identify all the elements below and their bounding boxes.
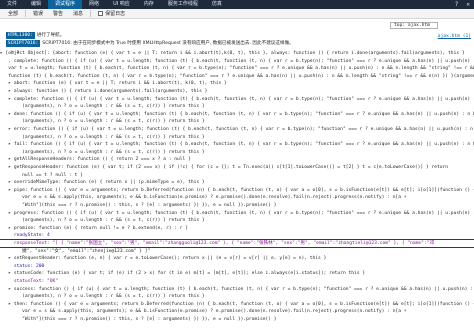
object-tree-line[interactable]: ▸ overrideMimeType: function (e) { retur… [0,179,474,186]
object-tree-line[interactable]: ▸ done: function () { if (u) { var t = u… [0,111,474,118]
object-tree-line[interactable]: ▸ progress: function () { if (u) { var t… [0,210,474,217]
close-button[interactable]: ✕ [462,0,474,9]
devtools-tab-bar: 文件 编辑 调试程序 网络 UI 响应 内存 服务工作线程 仿真 ? ✕ [0,0,474,9]
object-tree-line[interactable]: ▸ getResponseHeader: function (e) { var … [0,164,474,171]
toolbar-divider [90,10,92,17]
filter-errors[interactable]: 错误 [28,10,48,17]
object-tree-line: "With"](this === r ? n.promise() : this,… [0,203,277,208]
object-tree-line[interactable]: ▸ success: function () { if (u) { var t … [0,286,474,293]
object-tree-line[interactable]: ▸ abort: function (e) { var t = e || T; … [0,80,474,87]
preserve-log-toggle[interactable]: 保留日志 [93,10,130,17]
object-tree-line[interactable]: ▸ fail: function () { if (u) { var t = u… [0,141,474,148]
object-tree-line: status: 200 [0,263,45,269]
toolbar-divider [25,10,27,17]
object-tree-line[interactable]: ▸ complete: function () { if (u) { var t… [0,96,474,103]
object-tree-line[interactable]: ▸ error: function () { if (u) { var t = … [0,126,474,133]
object-tree-line: var t = u.length; function (t) { b.each(… [8,66,474,72]
object-tree-line[interactable]: ▸ getAllResponseHeaders: function () { r… [0,156,474,163]
object-tree-line: readyState: 4 [0,233,50,239]
object-tree-line: , complete: function () { if (u) { var t… [8,58,474,64]
filter-all[interactable]: 全部 [3,10,23,17]
object-tree-line[interactable]: ▸ then: function () { var e = arguments;… [0,301,474,308]
object-tree-line[interactable]: ▸ always: function () { return i.done(ar… [0,88,474,95]
tab-service-workers[interactable]: 服务工作线程 [161,0,205,9]
object-tree-line[interactable]: ▸ [object Object]: {abort: function (e) … [0,50,474,57]
tab-edit[interactable]: 编辑 [24,0,48,9]
tab-ui-responsiveness[interactable]: UI 响应 [106,0,137,9]
object-tree-line: 婕", "sex":"女", "email":"zhenjie@123.com"… [0,248,151,254]
preserve-log-label: 保留日志 [105,11,126,17]
object-tree-line: responseText: "[ { "name":"张国立", "sex":"… [0,239,474,248]
object-tree-line: (arguments), n ? o = u.length : r && (s … [0,149,205,155]
object-tree-line: (arguments), n ? o = u.length : r && (s … [0,294,205,300]
console-output: HTML1300: 进行了导航。 SCRIPT7016: SCRIPT7016: 由… [0,19,474,334]
object-tree-line: "With"](this === r ? n.promise() : this,… [0,317,277,322]
object-tree-line: (arguments), n ? o = u.length : r && (s … [0,119,205,125]
object-tree-line[interactable]: ▸ setRequestHeader: function (e, n) { va… [0,255,474,262]
object-tree-line: (arguments), n ? o = u.length : r && (s … [0,218,205,224]
object-tree-line: function (t) { b.each(t, function (t, n)… [8,73,474,79]
object-tree-line: null == t ? null : t } [0,172,83,178]
source-link[interactable]: ajax.htm (1) [438,33,471,40]
filter-warnings[interactable]: 警告 [48,10,68,17]
console-toolbar: 全部 错误 警告 消息 保留日志 [0,9,474,19]
object-tree-line: statusText: "OK" [0,279,59,284]
tab-file[interactable]: 文件 [0,0,24,9]
preserve-log-checkbox[interactable] [98,11,104,16]
object-tree-line: (arguments), n ? o = u.length : r && (s … [0,134,205,140]
object-tree-line: var e = s && s.apply(this, arguments); e… [0,309,407,315]
object-tree-line: (arguments), n ? o = u.length : r && (s … [0,104,205,110]
object-tree-line[interactable]: ▸ pipe: function () { var e = arguments;… [0,187,474,194]
filter-messages[interactable]: 消息 [68,10,88,17]
object-tree-line[interactable]: ▸ statusCode: function (e) { var t; if (… [0,270,474,277]
help-button[interactable]: ? [451,0,463,9]
tab-debugger[interactable]: 调试程序 [48,0,83,9]
tab-network[interactable]: 网络 [82,0,106,9]
tab-memory[interactable]: 内存 [137,0,161,9]
object-tree-line: var e = s && s.apply(this, arguments); e… [0,195,407,201]
object-tree-line[interactable]: ▸ promise: function (e) { return null !=… [0,225,474,232]
tab-emulation[interactable]: 仿真 [205,0,229,9]
